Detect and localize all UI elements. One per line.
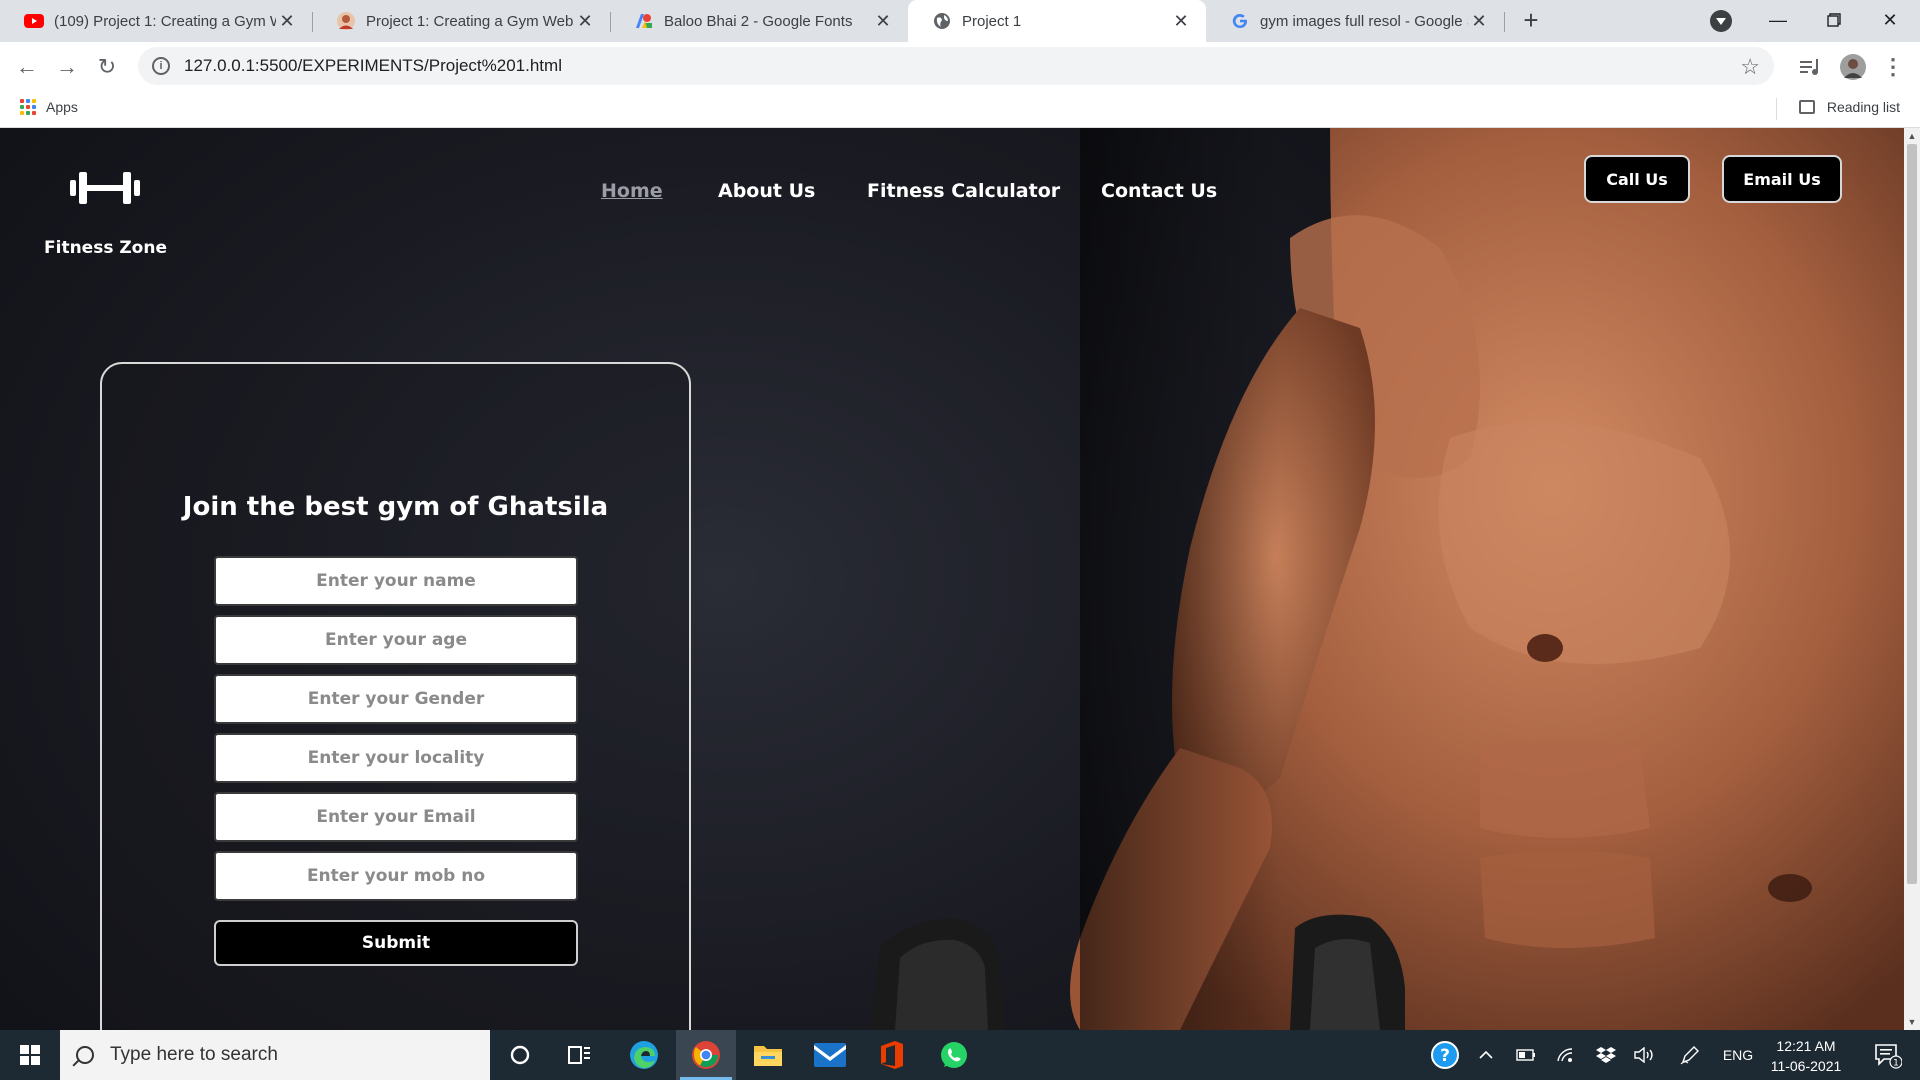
email-us-button[interactable]: Email Us — [1722, 155, 1842, 203]
search-icon — [76, 1046, 94, 1064]
mobile-input[interactable] — [214, 851, 578, 901]
nav-home[interactable]: Home — [601, 180, 663, 202]
close-icon[interactable]: ✕ — [872, 10, 894, 32]
battery-icon[interactable] — [1512, 1030, 1540, 1080]
language-indicator[interactable]: ENG — [1716, 1030, 1760, 1080]
restore-icon[interactable] — [1814, 4, 1854, 36]
clock-date: 11-06-2021 — [1770, 1058, 1842, 1074]
google-fonts-icon — [634, 11, 654, 31]
reload-icon[interactable]: ↻ — [92, 52, 122, 82]
address-bar[interactable]: i 127.0.0.1:5500/EXPERIMENTS/Project%201… — [138, 47, 1774, 85]
reading-list-label: Reading list — [1826, 99, 1900, 115]
reading-list-icon — [1798, 100, 1815, 114]
reading-list-button[interactable]: Reading list — [1798, 99, 1900, 115]
chrome-browser-icon[interactable] — [676, 1030, 736, 1080]
apps-shortcut[interactable]: Apps — [20, 99, 78, 115]
url-text: 127.0.0.1:5500/EXPERIMENTS/Project%201.h… — [184, 56, 562, 75]
cortana-icon[interactable] — [490, 1030, 550, 1080]
scroll-up-icon[interactable]: ▲ — [1904, 128, 1920, 144]
close-icon[interactable]: ✕ — [276, 10, 298, 32]
tab-google-search[interactable]: gym images full resol - Google S ✕ — [1206, 0, 1504, 42]
forward-icon[interactable]: → — [52, 52, 82, 82]
tab-project-1[interactable]: Project 1 ✕ — [908, 0, 1206, 42]
window-close-icon[interactable]: ✕ — [1870, 4, 1910, 36]
google-icon — [1230, 11, 1250, 31]
office-icon[interactable] — [862, 1030, 922, 1080]
menu-kebab-icon[interactable]: ⋮ — [1878, 52, 1908, 82]
scroll-down-icon[interactable]: ▼ — [1904, 1014, 1920, 1030]
windows-start-icon[interactable] — [0, 1030, 60, 1080]
task-view-icon[interactable] — [550, 1030, 610, 1080]
close-icon[interactable]: ✕ — [574, 10, 596, 32]
email-input[interactable] — [214, 792, 578, 842]
wifi-icon[interactable] — [1552, 1030, 1580, 1080]
bookmarks-divider — [1776, 98, 1777, 120]
apps-label: Apps — [46, 99, 78, 115]
dumbbell-logo-icon — [68, 168, 142, 208]
taskbar-search-box[interactable]: Type here to search — [60, 1030, 490, 1080]
page-scrollbar[interactable]: ▲ ▼ — [1904, 128, 1920, 1030]
name-input[interactable] — [214, 556, 578, 606]
tab-youtube[interactable]: (109) Project 1: Creating a Gym W ✕ — [0, 0, 312, 42]
avatar-icon — [336, 11, 356, 31]
tab-title: gym images full resol - Google S — [1260, 12, 1468, 30]
youtube-icon — [24, 11, 44, 31]
age-input[interactable] — [214, 615, 578, 665]
minimize-icon[interactable]: — — [1758, 4, 1798, 36]
tab-title: (109) Project 1: Creating a Gym W — [54, 12, 276, 30]
bookmark-star-icon[interactable]: ☆ — [1740, 54, 1760, 80]
close-icon[interactable]: ✕ — [1468, 10, 1490, 32]
tab-project-video[interactable]: Project 1: Creating a Gym Websit ✕ — [312, 0, 610, 42]
tab-search-icon[interactable] — [1710, 10, 1732, 32]
media-control-icon[interactable] — [1796, 52, 1826, 82]
close-icon[interactable]: ✕ — [1170, 10, 1192, 32]
tab-divider — [1504, 12, 1505, 32]
bookmarks-bar: Apps Reading list — [0, 90, 1920, 128]
tab-title: Project 1 — [962, 12, 1022, 30]
dropbox-icon[interactable] — [1592, 1030, 1620, 1080]
browser-tab-strip: (109) Project 1: Creating a Gym W ✕ Proj… — [0, 0, 1920, 42]
file-explorer-icon[interactable] — [738, 1030, 798, 1080]
volume-icon[interactable] — [1630, 1030, 1660, 1080]
gender-input[interactable] — [214, 674, 578, 724]
new-tab-icon[interactable]: + — [1518, 7, 1544, 34]
help-icon[interactable]: ? — [1428, 1030, 1462, 1080]
scrollbar-thumb[interactable] — [1907, 144, 1917, 884]
clock-time: 12:21 AM — [1776, 1038, 1836, 1054]
tab-google-fonts[interactable]: Baloo Bhai 2 - Google Fonts ✕ — [610, 0, 908, 42]
taskbar-search-placeholder: Type here to search — [110, 1044, 278, 1065]
apps-grid-icon — [20, 99, 36, 115]
whatsapp-icon[interactable] — [924, 1030, 984, 1080]
browser-toolbar: ← → ↻ i 127.0.0.1:5500/EXPERIMENTS/Proje… — [0, 42, 1920, 90]
notification-badge: 1 — [1893, 1059, 1899, 1069]
mail-icon[interactable] — [800, 1030, 860, 1080]
site-info-icon[interactable]: i — [152, 57, 170, 75]
pen-workspace-icon[interactable] — [1676, 1030, 1704, 1080]
nav-about-us[interactable]: About Us — [718, 180, 815, 202]
signup-form-card: Join the best gym of Ghatsila Submit — [100, 362, 691, 1030]
globe-icon — [932, 11, 952, 31]
submit-button[interactable]: Submit — [214, 920, 578, 966]
back-icon[interactable]: ← — [12, 52, 42, 82]
svg-text:?: ? — [1440, 1046, 1450, 1066]
call-us-button[interactable]: Call Us — [1584, 155, 1690, 203]
tab-title: Project 1: Creating a Gym Websit — [366, 12, 574, 30]
form-title: Join the best gym of Ghatsila — [182, 492, 609, 522]
nav-contact-us[interactable]: Contact Us — [1101, 180, 1217, 202]
nav-fitness-calculator[interactable]: Fitness Calculator — [867, 180, 1060, 202]
edge-browser-icon[interactable] — [614, 1030, 674, 1080]
chevron-up-icon[interactable] — [1472, 1030, 1500, 1080]
page-viewport: Fitness Zone Home About Us Fitness Calcu… — [0, 128, 1904, 1030]
windows-taskbar: Type here to search ? ENG 12:21 AM 11-06… — [0, 1030, 1920, 1080]
notification-center-icon[interactable]: 1 — [1868, 1030, 1908, 1080]
brand-name: Fitness Zone — [44, 238, 167, 258]
profile-avatar[interactable] — [1838, 52, 1868, 82]
tab-title: Baloo Bhai 2 - Google Fonts — [664, 12, 853, 30]
locality-input[interactable] — [214, 733, 578, 783]
taskbar-clock[interactable]: 12:21 AM 11-06-2021 — [1756, 1036, 1856, 1076]
